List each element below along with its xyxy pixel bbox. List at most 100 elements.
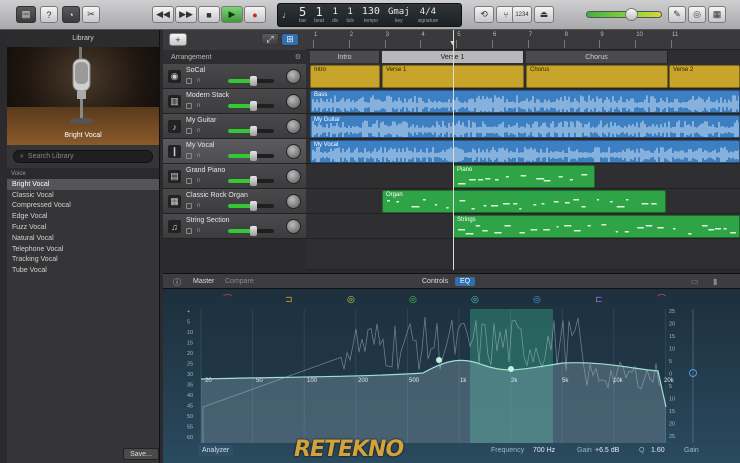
eq-band-icon[interactable]: ⊏ [595,295,603,305]
tab-eq[interactable]: EQ [455,277,476,286]
headphones-icon[interactable]: ∩ [196,152,201,159]
track-volume-slider[interactable] [228,76,274,86]
region-strings[interactable]: Strings [453,215,740,238]
eq-band-icon[interactable]: ◎ [347,295,355,305]
cycle-button[interactable]: ⟲ [474,6,494,23]
pan-knob[interactable] [286,169,301,184]
section-chorus[interactable]: Chorus [526,51,668,63]
stop-button[interactable]: ■ [198,6,220,23]
settings-gear-icon[interactable]: ⚙ [295,53,301,61]
catch-button[interactable]: ⤢ [261,33,279,46]
track-volume-slider[interactable] [228,151,274,161]
mute-button[interactable] [186,153,192,159]
track-header[interactable]: ♪ My Guitar ∩ [163,114,306,139]
pan-knob[interactable] [286,219,301,234]
lcd-display[interactable]: ♩ 5 bar 1 beat 1 div 1 tick 130 tempo Gmaj key… [277,3,462,27]
pan-knob[interactable] [286,69,301,84]
eq-band-icon[interactable]: ◎ [533,295,541,305]
rewind-button[interactable]: ◀◀ [152,6,174,23]
pan-knob[interactable] [286,144,301,159]
trash-icon[interactable]: ▮ [713,277,717,286]
region-bass[interactable]: Bass [310,90,740,113]
headphones-icon[interactable]: ∩ [196,227,201,234]
save-patch-button[interactable]: Save... [123,448,159,460]
pan-knob[interactable] [286,194,301,209]
library-item[interactable]: Tube Vocal [7,265,159,276]
section-intro[interactable]: Intro [310,51,380,63]
record-button[interactable]: ● [244,6,266,23]
tab-controls[interactable]: Controls [417,277,453,286]
region-socal-chorus[interactable]: Chorus [526,65,668,88]
track-volume-slider[interactable] [228,101,274,111]
region-my-vocal[interactable]: My Vocal [310,140,740,163]
play-button[interactable]: ▶ [221,6,243,23]
eq-graph[interactable]: ⌒ ⊐ ◎ ◎ ◎ ◎ ⊏ ⌒20 50 100 200 500 1k 2k 5k 10k 20k+510152… [163,289,740,463]
region-piano[interactable]: Piano [453,165,595,188]
headphones-icon[interactable]: ∩ [196,177,201,184]
region-my-guitar[interactable]: My Guitar [310,115,740,138]
track-header[interactable]: ♫ String Section ∩ [163,214,306,239]
region-socal-intro[interactable]: Intro [310,65,380,88]
track-header[interactable]: ◉ SoCal ∩ [163,64,306,89]
forward-button[interactable]: ▶▶ [175,6,197,23]
pan-knob[interactable] [286,119,301,134]
arrangement-track[interactable]: Intro Verse 1 Chorus [306,50,740,64]
frequency-value[interactable]: 700 Hz [533,447,555,454]
info-icon[interactable]: ⓘ [173,277,181,288]
volume-knob[interactable] [625,8,639,21]
headphones-icon[interactable]: ∩ [196,77,201,84]
track-volume-slider[interactable] [228,226,274,236]
add-track-button[interactable]: + [169,33,187,46]
library-item[interactable]: Bright Vocal [7,179,159,190]
library-item[interactable]: Compressed Vocal [7,201,159,212]
eq-band-icon[interactable]: ⊐ [285,295,293,305]
eq-band-icon[interactable]: ◎ [471,295,479,305]
help-button[interactable]: ? [40,6,58,23]
library-item[interactable]: Telephone Vocal [7,244,159,255]
count-in-button[interactable]: 1234 [512,6,532,23]
mute-button[interactable] [186,103,192,109]
headphones-icon[interactable]: ∩ [196,102,201,109]
mute-button[interactable] [186,178,192,184]
region-organ[interactable]: Organ [382,190,666,213]
library-item[interactable]: Fuzz Vocal [7,222,159,233]
playhead[interactable] [453,30,454,270]
tab-master[interactable]: Master [188,277,219,286]
timeline-ruler[interactable]: ▼ 1234567891011 [306,30,740,50]
mute-button[interactable] [186,203,192,209]
mute-button[interactable] [186,228,192,234]
eq-band-handle[interactable] [436,357,442,363]
editors-button[interactable]: ✂ [82,6,100,23]
eq-band-icon[interactable]: ⌒ [223,294,232,305]
eq-panel[interactable]: ⌒ ⊐ ◎ ◎ ◎ ◎ ⊏ ⌒ 20 50 100 200 500 1k 2k 5k 10k 20k +5 10 15 2… [163,289,740,463]
lcd-tempo[interactable]: 130 tempo [358,6,384,25]
loop-browser-button[interactable]: ◎ [688,6,706,23]
track-header[interactable]: ▤ Grand Piano ∩ [163,164,306,189]
notepad-button[interactable]: ✎ [668,6,686,23]
q-value[interactable]: 1.60 [651,447,665,454]
library-item[interactable]: Classic Vocal [7,190,159,201]
headphones-icon[interactable]: ∩ [196,202,201,209]
track-volume-slider[interactable] [228,201,274,211]
master-volume-slider[interactable] [586,8,662,21]
track-volume-slider[interactable] [228,126,274,136]
track-volume-slider[interactable] [228,176,274,186]
track-header[interactable]: ▥ Modern Stack ∩ [163,89,306,114]
media-browser-button[interactable]: ▦ [708,6,726,23]
eq-band-icon[interactable]: ◎ [409,295,417,305]
track-header[interactable]: ▦ Classic Rock Organ ∩ [163,189,306,214]
library-item[interactable]: Edge Vocal [7,211,159,222]
mute-button[interactable] [186,128,192,134]
track-header[interactable]: ❙ My Vocal ∩ [163,139,306,164]
metronome-button[interactable]: ⏏ [534,6,554,23]
analyzer-button[interactable]: Analyzer [198,445,234,456]
lcd-key[interactable]: Gmaj key [384,6,414,25]
lcd-signature[interactable]: 4/4 signature [414,6,443,25]
mute-button[interactable] [186,78,192,84]
snap-button[interactable]: ⊞ [281,33,299,46]
region-socal-verse-2[interactable]: Verse 2 [669,65,740,88]
pan-knob[interactable] [286,94,301,109]
smart-controls-button[interactable]: ◔ [62,6,80,23]
copy-icon[interactable]: ▭ [691,277,699,286]
library-item[interactable]: Tracking Vocal [7,255,159,266]
